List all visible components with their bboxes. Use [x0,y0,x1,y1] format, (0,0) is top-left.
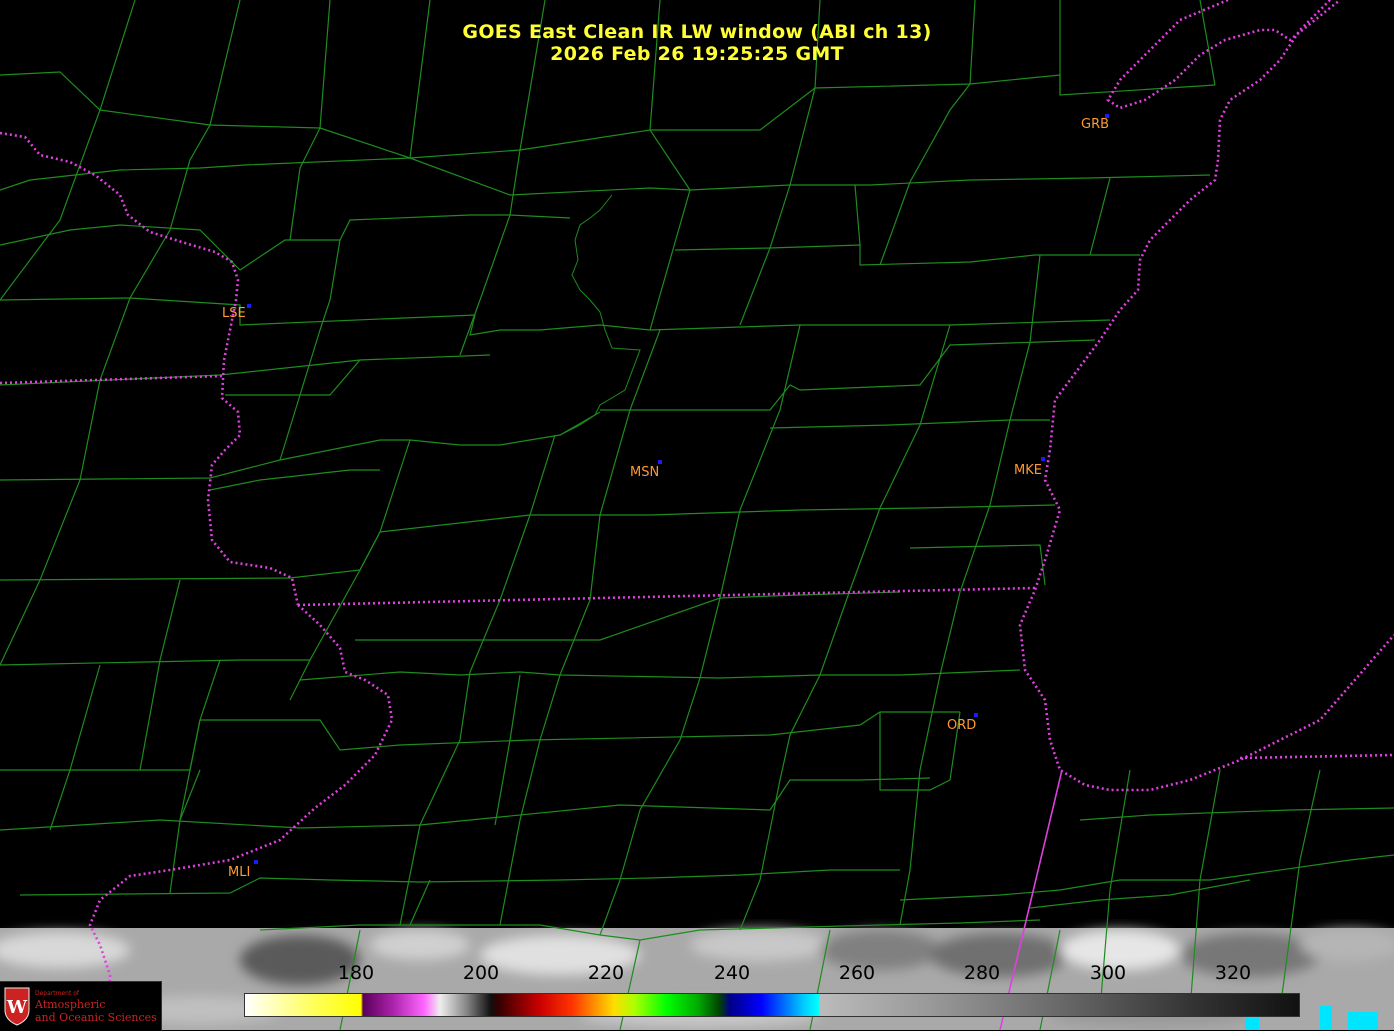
colorbar-tick: 180 [337,962,375,984]
colorbar-tick: 200 [462,962,500,984]
colorbar-tick: 280 [963,962,1001,984]
uw-crest-icon: W [4,987,30,1026]
city-marker-msn [658,460,662,464]
temperature-colorbar [244,993,1300,1017]
city-marker-ord [974,713,978,717]
colorbar-tick: 220 [587,962,625,984]
city-marker-mli [254,860,258,864]
svg-text:W: W [6,997,28,1018]
city-label-msn: MSN [630,465,660,480]
city-label-lse: LSE [222,306,246,321]
city-label-mke: MKE [1014,463,1042,478]
satellite-map [0,0,1394,1030]
image-title: GOES East Clean IR LW window (ABI ch 13) [462,21,932,43]
logo-title-line1: Atmospheric [35,998,106,1011]
image-timestamp: 2026 Feb 26 19:25:25 GMT [550,43,844,65]
colorbar-tick: 260 [838,962,876,984]
city-label-mli: MLI [228,865,251,880]
city-label-ord: ORD [947,718,977,733]
logo-title-line2: and Oceanic Sciences [35,1011,157,1024]
aos-logo: W Department of Atmospheric and Oceanic … [0,981,162,1031]
city-label-grb: GRB [1081,117,1110,132]
colorbar-tick: 240 [713,962,751,984]
city-marker-lse [247,304,251,308]
logo-department-text: Department of [35,990,79,997]
city-marker-mke [1041,457,1045,461]
colorbar-tick: 300 [1089,962,1127,984]
colorbar-tick: 320 [1214,962,1252,984]
